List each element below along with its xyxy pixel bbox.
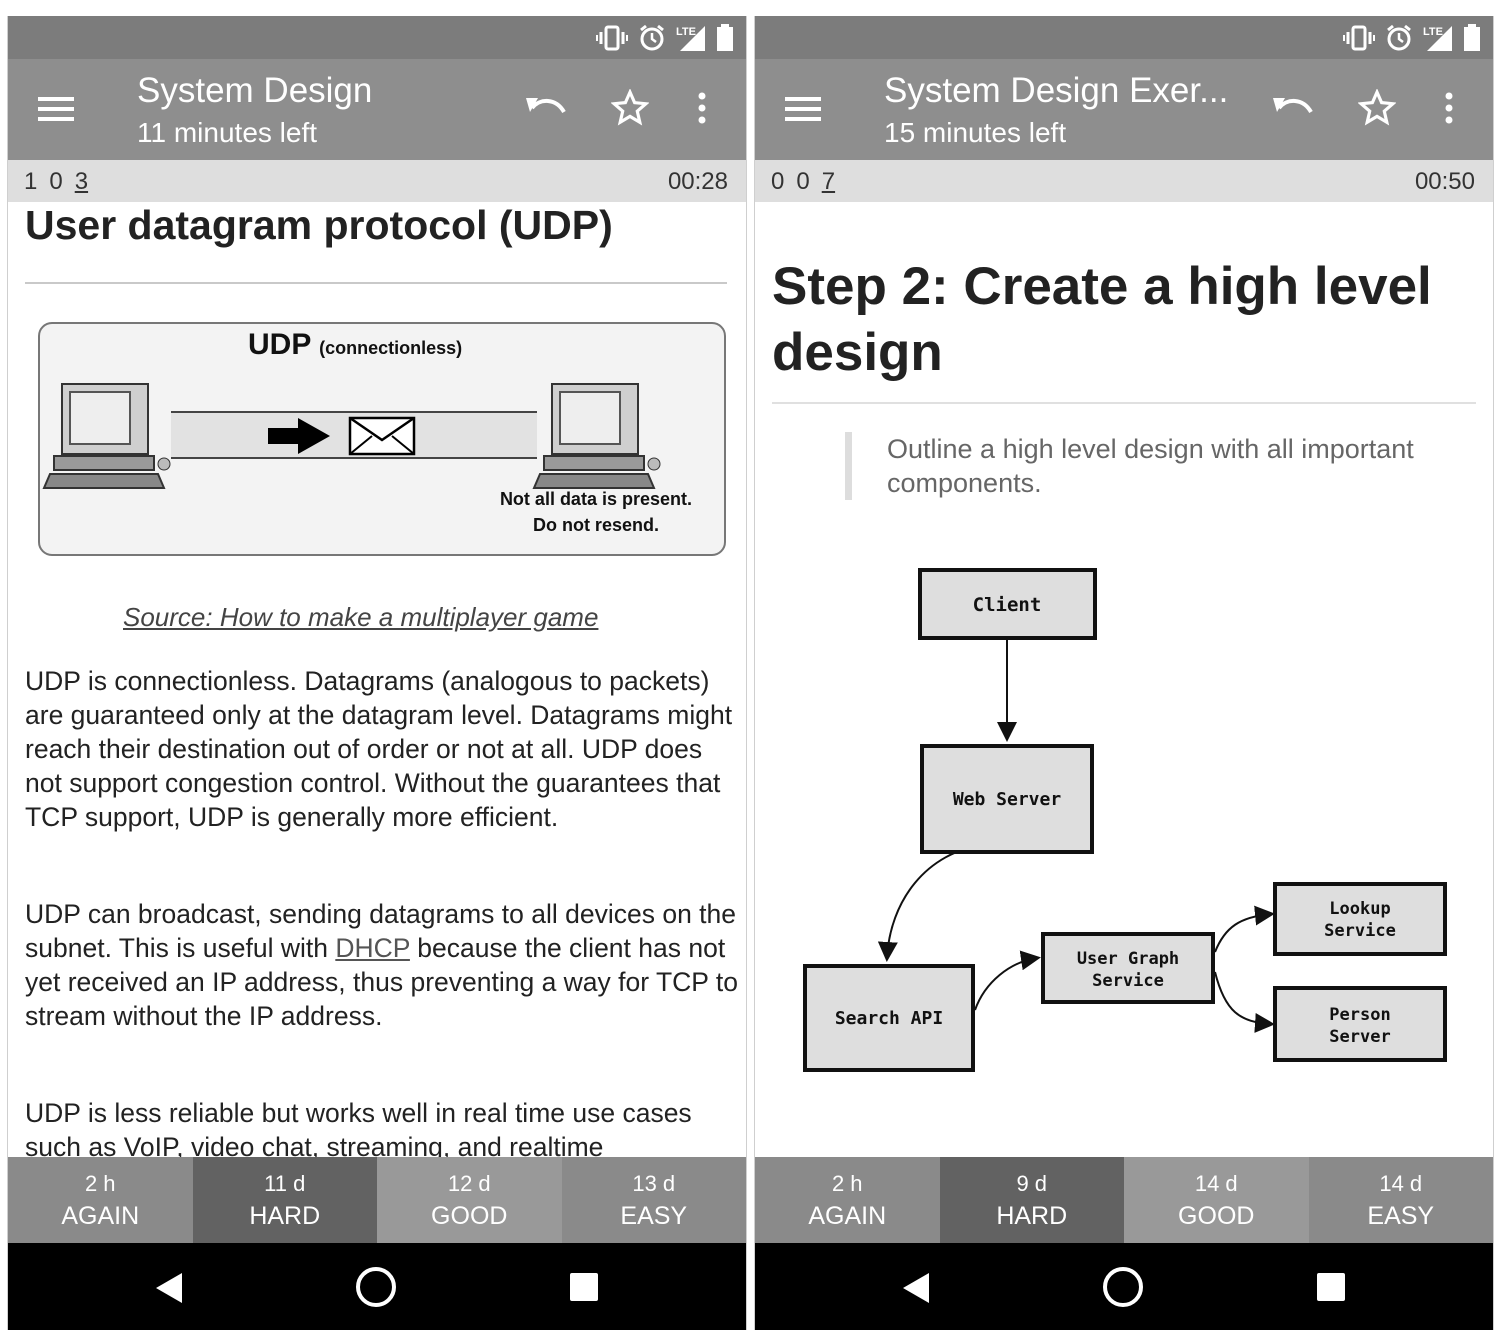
- review-count: 7: [821, 168, 836, 195]
- deck-title: System Design: [137, 71, 373, 110]
- udp-figure-subtitle: (connectionless): [319, 338, 463, 358]
- status-bar: LTE: [755, 16, 1493, 59]
- svg-text:Search API: Search API: [835, 1008, 943, 1029]
- card-timer: 00:50: [1414, 168, 1475, 195]
- answer-buttons: 2 h AGAIN 9 d HARD 14 d GOOD 14 d EASY: [755, 1157, 1493, 1243]
- menu-icon[interactable]: [38, 95, 74, 123]
- edge-webserver-searchapi: [877, 843, 988, 962]
- undo-icon[interactable]: [1271, 92, 1315, 122]
- battery-icon: [717, 24, 733, 51]
- nav-home-icon[interactable]: [1101, 1265, 1145, 1309]
- svg-text:Web Server: Web Server: [953, 789, 1062, 810]
- lookup-service-node: Lookup Service: [1273, 882, 1447, 956]
- vibrate-icon: [596, 25, 628, 51]
- card-paragraph: UDP can broadcast, sending datagrams to …: [25, 899, 738, 1031]
- alarm-icon: [1387, 24, 1411, 51]
- svg-text:LTE: LTE: [1423, 26, 1443, 38]
- lte-signal-icon: LTE: [1423, 26, 1452, 51]
- nav-home-icon[interactable]: [354, 1265, 398, 1309]
- client-node: Client: [918, 568, 1097, 640]
- card-count-bar: 1 0 3 00:28: [8, 160, 746, 202]
- card-count-bar: 0 0 7 00:50: [755, 160, 1493, 202]
- hard-button[interactable]: 11 d HARD: [192, 1157, 377, 1243]
- svg-text:Person: Person: [1329, 1005, 1390, 1025]
- svg-text:Lookup: Lookup: [1329, 899, 1390, 919]
- nav-back-icon[interactable]: [903, 1273, 931, 1303]
- svg-text:Server: Server: [1329, 1027, 1390, 1047]
- more-vert-icon[interactable]: [1443, 92, 1455, 124]
- navigation-bar: [755, 1243, 1493, 1330]
- dhcp-link[interactable]: DHCP: [335, 933, 410, 963]
- svg-text:User Graph: User Graph: [1077, 949, 1179, 969]
- menu-icon[interactable]: [785, 95, 821, 123]
- star-icon[interactable]: [611, 89, 649, 127]
- deck-title: System Design Exer...: [884, 71, 1229, 110]
- card-heading: Step 2: Create a high level design: [772, 257, 1432, 382]
- phone-screen-left: LTE System Design 11 minutes left 1 0 3 …: [7, 16, 747, 1330]
- alarm-icon: [640, 24, 664, 51]
- battery-icon: [1464, 24, 1480, 51]
- user-graph-service-node: User Graph Service: [1041, 932, 1215, 1004]
- easy-button[interactable]: 13 d EASY: [561, 1157, 746, 1243]
- search-api-node: Search API: [803, 964, 975, 1072]
- person-server-node: Person Server: [1273, 986, 1447, 1062]
- computer-icon-right: [532, 383, 661, 489]
- udp-figure-title: UDP (connectionless): [248, 328, 463, 361]
- edge-usergraph-person: [1214, 971, 1275, 1033]
- svg-text:LTE: LTE: [676, 26, 696, 38]
- new-count: 0: [771, 168, 785, 195]
- divider: [25, 282, 727, 284]
- card-content[interactable]: Step 2: Create a high level design Outli…: [755, 202, 1493, 1157]
- nav-recents-icon[interactable]: [1317, 1273, 1345, 1301]
- card-heading: User datagram protocol (UDP): [25, 202, 613, 248]
- svg-text:Client: Client: [973, 594, 1042, 616]
- nav-recents-icon[interactable]: [570, 1273, 598, 1301]
- new-count: 1: [24, 168, 38, 195]
- card-quote: Outline a high level design with all imp…: [845, 432, 1447, 500]
- time-remaining: 15 minutes left: [884, 117, 1067, 148]
- easy-button[interactable]: 14 d EASY: [1308, 1157, 1493, 1243]
- architecture-diagram: Client Web Server Search API User Graph …: [803, 568, 1447, 1072]
- good-button[interactable]: 14 d GOOD: [1124, 1157, 1309, 1243]
- time-remaining: 11 minutes left: [137, 117, 318, 148]
- card-content[interactable]: User datagram protocol (UDP) UDP (connec…: [8, 202, 746, 1157]
- toolbar: System Design 11 minutes left: [8, 59, 746, 160]
- vibrate-icon: [1343, 25, 1375, 51]
- card-timer: 00:28: [667, 168, 728, 195]
- review-count: 3: [74, 168, 89, 195]
- answer-buttons: 2 h AGAIN 11 d HARD 12 d GOOD 13 d EASY: [8, 1157, 746, 1243]
- navigation-bar: [8, 1243, 746, 1330]
- undo-icon[interactable]: [524, 92, 568, 122]
- divider: [772, 402, 1476, 404]
- svg-text:Service: Service: [1324, 921, 1396, 941]
- edge-usergraph-lookup: [1214, 905, 1275, 953]
- card-paragraph: UDP is connectionless. Datagrams (analog…: [25, 666, 733, 832]
- star-icon[interactable]: [1358, 89, 1396, 127]
- svg-text:Service: Service: [1092, 971, 1164, 991]
- nav-back-icon[interactable]: [156, 1273, 184, 1303]
- toolbar: System Design Exer... 15 minutes left: [755, 59, 1493, 160]
- lte-signal-icon: LTE: [676, 26, 705, 51]
- web-server-node: Web Server: [920, 744, 1094, 854]
- learning-count: 0: [49, 168, 63, 195]
- more-vert-icon[interactable]: [696, 92, 708, 124]
- phone-screen-right: LTE System Design Exer... 15 minutes lef…: [754, 16, 1494, 1330]
- udp-figure-note: Not all data is present. Do not resend.: [499, 489, 692, 535]
- udp-diagram-image: UDP (connectionless) Not all data is pre…: [38, 322, 726, 556]
- again-button[interactable]: 2 h AGAIN: [755, 1157, 940, 1243]
- edge-searchapi-usergraph: [974, 950, 1041, 1011]
- learning-count: 0: [796, 168, 810, 195]
- status-bar: LTE: [8, 16, 746, 59]
- again-button[interactable]: 2 h AGAIN: [8, 1157, 193, 1243]
- card-paragraph: UDP is less reliable but works well in r…: [25, 1098, 692, 1157]
- good-button[interactable]: 12 d GOOD: [377, 1157, 562, 1243]
- hard-button[interactable]: 9 d HARD: [939, 1157, 1124, 1243]
- source-link[interactable]: Source: How to make a multiplayer game: [123, 602, 598, 633]
- computer-icon-left: [42, 383, 171, 489]
